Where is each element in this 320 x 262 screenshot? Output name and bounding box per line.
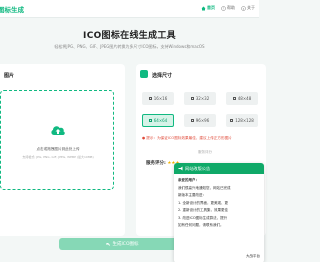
size-card-title: 选择尺寸 <box>152 73 173 79</box>
convert-icon <box>106 242 111 246</box>
square-icon <box>190 97 194 100</box>
size-option-label: 128×128 <box>235 118 254 123</box>
warning-icon: ● <box>142 136 146 140</box>
upload-instruction: 点击或拖拽图片到此处上传 <box>36 147 80 151</box>
main-nav: 首页 ? 帮助 关于 <box>201 5 255 11</box>
cloud-upload-icon <box>51 126 65 135</box>
nav-home-label: 首页 <box>207 5 215 10</box>
announcement-line: 我们很高兴地通知您，网站已完成 <box>178 185 231 190</box>
announcement-line: 新版本主要改进： <box>178 193 206 197</box>
size-option-label: 16×16 <box>153 96 168 101</box>
size-option-96[interactable]: 96×96 <box>184 114 216 127</box>
nav-help[interactable]: ? 帮助 <box>221 5 235 11</box>
square-icon <box>148 97 152 100</box>
size-option-label: 48×48 <box>237 96 252 101</box>
size-tip: ● 提示：为保证ICO图标效果最佳，建议上传正方形图片 <box>142 136 232 141</box>
home-icon <box>201 6 206 10</box>
announcement-greeting: 亲爱的用户： <box>178 178 199 182</box>
size-option-16[interactable]: 16×16 <box>142 92 174 105</box>
square-icon <box>232 97 236 100</box>
generate-ico-button[interactable]: 生成ICO图标 <box>59 238 185 250</box>
size-tip-text: 提示：为保证ICO图标效果最佳，建议上传正方形图片 <box>146 136 232 140</box>
top-navbar: 图标生成 首页 ? 帮助 关于 <box>0 0 259 18</box>
upload-card-title: 图片 <box>4 73 15 79</box>
site-brand[interactable]: 图标生成 <box>0 4 24 14</box>
announcement-line: 2. 重新设计的工具集，效果更佳 <box>178 208 228 212</box>
square-icon <box>190 119 194 122</box>
size-option-label: 96×96 <box>195 118 210 123</box>
announcement-header: 网站改版公告 <box>174 163 264 174</box>
announcement-signature: 大战平台 <box>246 254 260 258</box>
announcement-body: 亲爱的用户： 我们很高兴地通知您，网站已完成 新版本主要改进： 1. 全新设计的… <box>174 174 264 233</box>
nav-about-label: 关于 <box>247 5 255 10</box>
square-icon <box>148 119 152 122</box>
nav-help-label: 帮助 <box>227 5 235 10</box>
upload-dropzone[interactable]: 点击或拖拽图片到此处上传 支持格式: JPG, PNG, GIF, JPEG, … <box>0 90 114 190</box>
size-option-64[interactable]: 64×64 <box>142 114 174 127</box>
size-card-icon <box>140 70 148 78</box>
announcement-line: 3. 改进ICO图标生成算法，提升 <box>178 215 228 220</box>
nav-about[interactable]: 关于 <box>241 5 255 11</box>
generate-ico-label: 生成ICO图标 <box>112 242 139 247</box>
size-option-48[interactable]: 48×48 <box>226 92 258 105</box>
upload-card: 图片 点击或拖拽图片到此处上传 支持格式: JPG, PNG, GIF, JPE… <box>0 64 125 236</box>
square-icon <box>230 119 234 122</box>
size-option-128[interactable]: 128×128 <box>226 114 258 127</box>
nav-home[interactable]: 首页 <box>201 5 215 11</box>
rating-label: 服务评分: <box>146 161 166 166</box>
help-icon: ? <box>221 5 226 11</box>
size-option-32[interactable]: 32×32 <box>184 92 216 105</box>
page-subtitle: 轻松将JPG、PNG、GIF、JPEG图片转换为多尺寸ICO图标，支持Windo… <box>54 44 205 49</box>
announcement-line: 1. 全新设计的界面，更美观、更 <box>178 200 228 205</box>
page-title: ICO图标在线生成工具 <box>83 31 176 41</box>
announcement-popup: 网站改版公告 亲爱的用户： 我们很高兴地通知您，网站已完成 新版本主要改进： 1… <box>174 163 264 262</box>
announcement-line: 如有任何问题，请联系我们。 <box>178 223 224 227</box>
size-option-label: 64×64 <box>153 118 168 123</box>
size-option-label: 32×32 <box>195 96 210 101</box>
upload-format-hint: 支持格式: JPG, PNG, GIF, JPEG, WEBP (最大10MB) <box>22 155 94 159</box>
svg-text:?: ? <box>223 6 225 10</box>
announcement-title: 网站改版公告 <box>185 165 211 171</box>
info-icon <box>241 5 246 11</box>
rating-faint-label: 服务评分 <box>198 150 212 154</box>
megaphone-icon <box>178 166 183 171</box>
